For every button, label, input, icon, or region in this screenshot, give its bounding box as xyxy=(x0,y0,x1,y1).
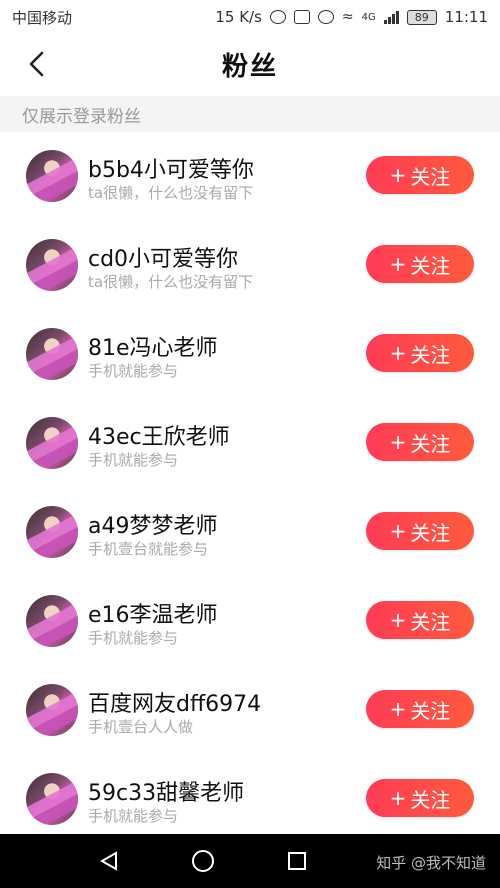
fan-description: 手机就能参与 xyxy=(88,629,179,647)
square-recent-icon xyxy=(288,852,306,870)
follow-button[interactable]: + 关注 xyxy=(366,601,474,639)
fan-list: b5b4小可爱等你 ta很懒，什么也没有留下 + 关注 cd0小可爱等你 ta很… xyxy=(0,132,500,844)
nav-recent-button[interactable] xyxy=(282,846,312,876)
follow-label: 关注 xyxy=(410,431,451,456)
fan-name[interactable]: 百度网友dff6974 xyxy=(88,686,261,718)
avatar[interactable] xyxy=(26,595,78,647)
alarm-icon xyxy=(269,10,286,24)
plus-icon: + xyxy=(389,252,407,276)
fan-row[interactable]: 百度网友dff6974 手机壹台人人做 + 关注 xyxy=(0,666,500,755)
fan-row[interactable]: 59c33甜馨老师 手机就能参与 + 关注 xyxy=(0,755,500,844)
fan-name[interactable]: a49梦梦老师 xyxy=(88,508,217,540)
circle-home-icon xyxy=(192,850,214,872)
follow-button[interactable]: + 关注 xyxy=(366,512,474,550)
avatar[interactable] xyxy=(26,684,78,736)
fan-description: ta很懒，什么也没有留下 xyxy=(88,184,254,202)
fan-description: 手机就能参与 xyxy=(88,807,179,825)
follow-label: 关注 xyxy=(410,787,451,812)
fan-description: 手机就能参与 xyxy=(88,362,179,380)
nav-home-button[interactable] xyxy=(188,846,218,876)
follow-button[interactable]: + 关注 xyxy=(366,334,474,372)
fan-description: 手机就能参与 xyxy=(88,451,179,469)
follow-button[interactable]: + 关注 xyxy=(366,423,474,461)
system-nav-bar: 知乎 @我不知道 xyxy=(0,834,500,888)
fan-name[interactable]: cd0小可爱等你 xyxy=(88,241,238,273)
fan-row[interactable]: 43ec王欣老师 手机就能参与 + 关注 xyxy=(0,399,500,488)
plus-icon: + xyxy=(389,163,407,187)
clock: 11:11 xyxy=(444,8,488,26)
follow-label: 关注 xyxy=(410,164,451,189)
plus-icon: + xyxy=(389,430,407,454)
plus-icon: + xyxy=(389,608,407,632)
section-note: 仅展示登录粉丝 xyxy=(0,96,500,132)
status-indicators: 15 K/s ≈ 4G 89 11:11 xyxy=(215,8,488,26)
avatar[interactable] xyxy=(26,506,78,558)
fan-name[interactable]: 43ec王欣老师 xyxy=(88,419,230,451)
page-title: 粉丝 xyxy=(221,51,278,82)
chevron-left-icon xyxy=(29,51,44,77)
fan-name[interactable]: 81e冯心老师 xyxy=(88,330,218,362)
status-bar: 中国移动 15 K/s ≈ 4G 89 11:11 xyxy=(0,0,500,34)
avatar[interactable] xyxy=(26,328,78,380)
follow-button[interactable]: + 关注 xyxy=(366,245,474,283)
page-header: 粉丝 xyxy=(0,34,500,94)
follow-label: 关注 xyxy=(410,342,451,367)
follow-button[interactable]: + 关注 xyxy=(366,156,474,194)
fan-row[interactable]: cd0小可爱等你 ta很懒，什么也没有留下 + 关注 xyxy=(0,221,500,310)
watermark: 知乎 @我不知道 xyxy=(376,854,486,872)
wifi-icon: ≈ xyxy=(341,9,354,25)
avatar[interactable] xyxy=(26,150,78,202)
avatar[interactable] xyxy=(26,239,78,291)
fan-name[interactable]: b5b4小可爱等你 xyxy=(88,152,254,184)
battery-level: 89 xyxy=(414,10,429,24)
hd-icon xyxy=(293,10,310,24)
network-speed: 15 K/s xyxy=(215,8,262,26)
back-button[interactable] xyxy=(20,48,52,80)
triangle-back-icon xyxy=(99,851,117,871)
eye-icon xyxy=(317,10,334,24)
avatar[interactable] xyxy=(26,773,78,825)
fan-description: 手机壹台就能参与 xyxy=(88,540,209,558)
nav-back-button[interactable] xyxy=(94,846,124,876)
plus-icon: + xyxy=(389,697,407,721)
signal-icon xyxy=(383,10,399,24)
plus-icon: + xyxy=(389,786,407,810)
plus-icon: + xyxy=(389,519,407,543)
fan-row[interactable]: e16李温老师 手机就能参与 + 关注 xyxy=(0,577,500,666)
plus-icon: + xyxy=(389,341,407,365)
follow-label: 关注 xyxy=(410,609,451,634)
follow-label: 关注 xyxy=(410,520,451,545)
follow-label: 关注 xyxy=(410,253,451,278)
fan-name[interactable]: 59c33甜馨老师 xyxy=(88,775,244,807)
fan-name[interactable]: e16李温老师 xyxy=(88,597,218,629)
fan-row[interactable]: a49梦梦老师 手机壹台就能参与 + 关注 xyxy=(0,488,500,577)
follow-button[interactable]: + 关注 xyxy=(366,690,474,728)
fan-description: ta很懒，什么也没有留下 xyxy=(88,273,254,291)
avatar[interactable] xyxy=(26,417,78,469)
follow-button[interactable]: + 关注 xyxy=(366,779,474,817)
fan-description: 手机壹台人人做 xyxy=(88,718,194,736)
network-type: 4G xyxy=(361,11,376,23)
follow-label: 关注 xyxy=(410,698,451,723)
fan-row[interactable]: b5b4小可爱等你 ta很懒，什么也没有留下 + 关注 xyxy=(0,132,500,221)
carrier-label: 中国移动 xyxy=(12,8,73,27)
battery-icon: 89 xyxy=(406,9,437,25)
fan-row[interactable]: 81e冯心老师 手机就能参与 + 关注 xyxy=(0,310,500,399)
